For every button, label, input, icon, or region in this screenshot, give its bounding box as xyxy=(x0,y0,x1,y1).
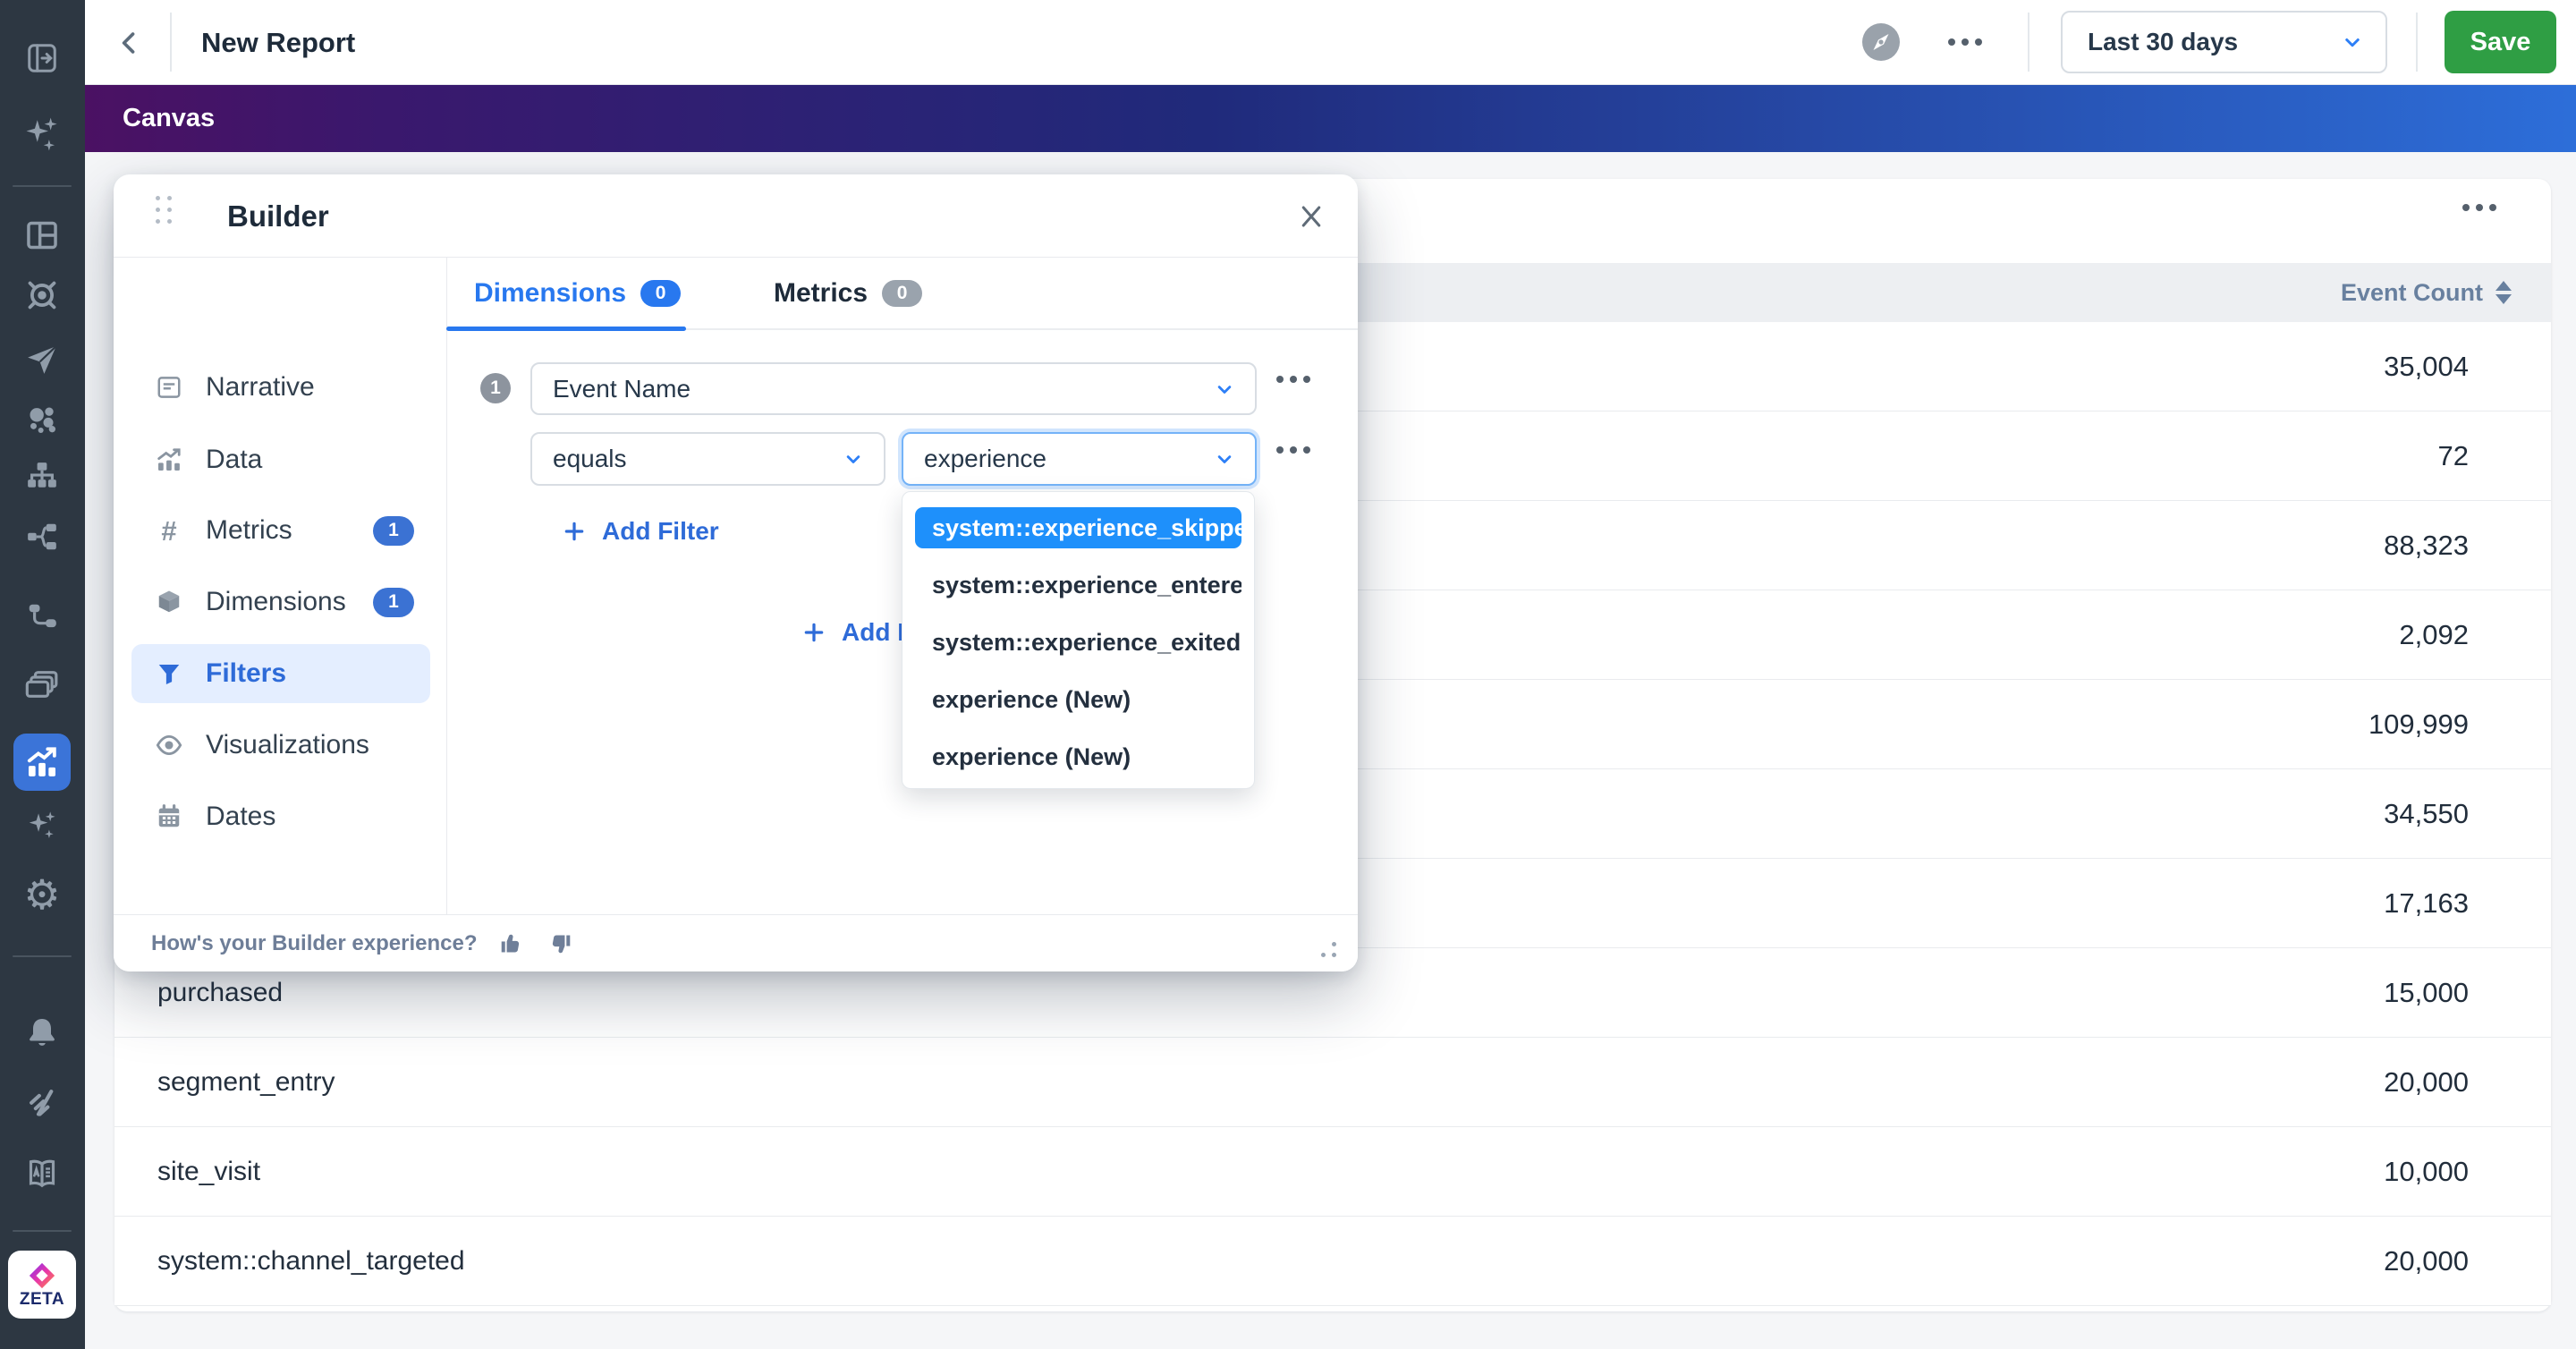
zeta-logo-text: ZETA xyxy=(20,1291,64,1308)
dropdown-option[interactable]: system::experience_entered xyxy=(915,556,1241,614)
knowledge-book-icon[interactable] xyxy=(24,1156,60,1192)
dropdown-option[interactable]: experience (New) xyxy=(915,671,1241,728)
flow-split-icon[interactable] xyxy=(25,520,59,554)
settings-gear-icon[interactable]: ⚙ xyxy=(23,874,60,915)
date-range-select[interactable]: Last 30 days xyxy=(2061,11,2387,73)
active-tab-underline xyxy=(446,327,686,331)
collapse-sidebar-icon[interactable] xyxy=(26,42,58,74)
plus-icon xyxy=(802,621,826,644)
page-title: New Report xyxy=(201,0,355,85)
builder-feedback-bar: How's your Builder experience? xyxy=(114,914,1358,971)
header-divider xyxy=(2028,13,2029,72)
sort-icon[interactable] xyxy=(2496,281,2512,304)
sidebar-divider xyxy=(13,955,72,957)
dashboards-icon[interactable] xyxy=(25,218,59,252)
ai-sparkles-icon[interactable] xyxy=(23,115,61,153)
hash-icon: # xyxy=(154,517,184,545)
dropdown-option[interactable]: system::experience_exited xyxy=(915,614,1241,671)
ai-assist-sparkles-icon[interactable] xyxy=(25,808,59,842)
builder-modal-header: Builder xyxy=(114,174,1358,258)
chevron-down-icon xyxy=(1212,446,1237,471)
header-more-options-icon[interactable] xyxy=(1948,38,1982,46)
metrics-count-badge: 1 xyxy=(373,516,414,546)
resize-handle-icon[interactable] xyxy=(1321,942,1336,957)
builder-tabs: Dimensions 0 Metrics 0 xyxy=(447,258,1358,330)
funnel-icon xyxy=(154,660,184,687)
builder-nav-item-dates[interactable]: Dates xyxy=(131,787,430,846)
metrics-tab-count-badge: 0 xyxy=(882,280,922,307)
chevron-down-icon xyxy=(2339,29,2366,55)
journey-icon[interactable] xyxy=(25,600,59,634)
eye-icon xyxy=(154,731,184,759)
feedback-question: How's your Builder experience? xyxy=(151,931,477,956)
event-count-column-header: Event Count xyxy=(2341,279,2483,307)
builder-modal: Builder Narrative Data # Metrics 1 Di xyxy=(114,174,1358,971)
hierarchy-icon[interactable] xyxy=(25,460,59,494)
date-range-value: Last 30 days xyxy=(2088,28,2339,56)
header-divider xyxy=(170,13,172,72)
sidebar-divider xyxy=(13,185,72,187)
filter-value-text: experience xyxy=(924,445,1212,473)
filter-field-value: Event Name xyxy=(553,375,1212,403)
plus-icon xyxy=(563,520,586,543)
filter-value-select[interactable]: experience xyxy=(902,432,1257,486)
zeta-logo[interactable]: ZETA xyxy=(8,1251,76,1319)
filter-index-badge: 1 xyxy=(480,373,511,403)
builder-nav-item-narrative[interactable]: Narrative xyxy=(131,358,430,417)
dimensions-count-badge: 1 xyxy=(373,588,414,617)
builder-nav-item-visualizations[interactable]: Visualizations xyxy=(131,716,430,775)
header-divider xyxy=(2416,13,2418,72)
thumbs-up-icon[interactable] xyxy=(498,930,525,957)
filter-operator-select[interactable]: equals xyxy=(530,432,886,486)
table-row: site_visit10,000 xyxy=(114,1127,2551,1217)
builder-title: Builder xyxy=(227,174,329,258)
table-row: segment_entry20,000 xyxy=(114,1038,2551,1127)
cards-stack-icon[interactable] xyxy=(24,668,60,704)
app-sidebar: ⚙ ZETA xyxy=(0,0,85,1349)
canvas-tab-bar[interactable]: Canvas xyxy=(85,85,2576,152)
back-button[interactable] xyxy=(110,23,149,63)
filter-value-more-options-icon[interactable] xyxy=(1276,446,1310,454)
builder-nav-item-data[interactable]: Data xyxy=(131,430,430,489)
builder-nav: Narrative Data # Metrics 1 Dimensions 1 … xyxy=(114,258,447,914)
chevron-down-icon xyxy=(1212,377,1237,402)
dropdown-option[interactable]: experience (New) xyxy=(915,728,1241,785)
notifications-bell-icon[interactable] xyxy=(24,1015,60,1051)
chart-icon xyxy=(154,445,184,474)
widget-more-options-icon[interactable] xyxy=(2462,204,2496,211)
builder-nav-item-metrics[interactable]: # Metrics 1 xyxy=(131,501,430,560)
builder-nav-item-dimensions[interactable]: Dimensions 1 xyxy=(131,573,430,632)
table-row: system::channel_targeted20,000 xyxy=(114,1217,2551,1306)
builder-nav-item-filters[interactable]: Filters xyxy=(131,644,430,703)
add-filter-button[interactable]: Add Filter xyxy=(563,517,719,546)
audience-icon[interactable] xyxy=(24,401,60,437)
filter-row-more-options-icon[interactable] xyxy=(1276,376,1310,383)
dropdown-option-highlighted[interactable]: system::experience_skipped xyxy=(915,507,1241,548)
signal-status-icon[interactable] xyxy=(25,1085,59,1119)
dimensions-tab-count-badge: 0 xyxy=(640,280,681,307)
canvas-tab-label: Canvas xyxy=(123,104,215,133)
document-icon xyxy=(154,374,184,401)
filter-value-dropdown-menu: system::experience_skipped system::exper… xyxy=(902,491,1255,789)
save-button[interactable]: Save xyxy=(2445,11,2556,73)
top-header: New Report Last 30 days Save xyxy=(85,0,2576,85)
tab-metrics[interactable]: Metrics 0 xyxy=(774,258,922,328)
zeta-diamond-icon xyxy=(29,1262,55,1289)
cube-icon xyxy=(154,589,184,615)
tab-dimensions[interactable]: Dimensions 0 xyxy=(474,258,681,328)
sidebar-divider xyxy=(13,1230,72,1232)
filter-operator-value: equals xyxy=(553,445,841,473)
app-root: ⚙ ZETA New Report xyxy=(0,0,2576,1349)
filter-field-select[interactable]: Event Name xyxy=(530,362,1257,415)
campaigns-send-icon[interactable] xyxy=(25,343,59,377)
drag-handle-icon[interactable] xyxy=(156,196,172,224)
goals-target-icon[interactable] xyxy=(25,278,59,312)
analytics-active-item[interactable] xyxy=(13,734,71,791)
calendar-icon xyxy=(154,803,184,830)
close-icon[interactable] xyxy=(1292,198,1330,235)
chevron-down-icon xyxy=(841,446,866,471)
thumbs-down-icon[interactable] xyxy=(547,930,573,957)
explore-compass-icon[interactable] xyxy=(1861,22,1901,62)
